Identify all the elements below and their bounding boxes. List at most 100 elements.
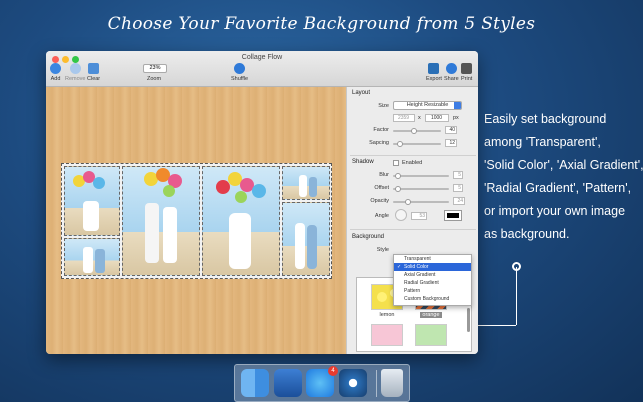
remove-button[interactable]: Remove [65,63,85,82]
beach-couple-photo [299,175,317,197]
couple-photo [83,247,105,273]
collage-canvas[interactable] [46,87,346,354]
share-button[interactable]: Share [444,63,459,82]
factor-label: Factor [373,127,389,133]
callout-line [516,267,517,325]
clear-label: Clear [87,76,101,82]
style-option-solid-color[interactable]: ✓ Solid Color [394,263,471,271]
trash-icon [88,63,100,74]
divider [350,229,476,230]
offset-label: Offset [374,185,389,191]
collage[interactable] [61,163,332,279]
remove-label: Remove [65,76,86,82]
checkmark-icon: ✓ [397,264,402,270]
spacing-label: Sapcing [369,140,389,146]
shadow-color-well[interactable] [444,210,462,221]
factor-slider[interactable] [393,128,441,134]
swatch-label: lemon [379,312,395,318]
settings-panel: Layout Size Height Resizable 2359 x 1000… [346,87,478,354]
blur-label: Blur [379,172,389,178]
headline: Choose Your Favorite Background from 5 S… [107,14,536,34]
swatch-label: orange [420,312,442,318]
callout-line-horizontal [478,325,516,326]
opacity-label: Opacity [370,198,389,204]
export-button[interactable]: Export [426,63,442,82]
angle-label: Angle [374,213,389,219]
background-style-dropdown[interactable]: Transparent ✓ Solid Color Axial Gradient … [393,254,472,306]
divider [350,155,476,156]
titlebar: Collage Flow Add Remove Clear 23% Zoom S… [46,51,478,87]
height-field[interactable]: 1000 [425,114,449,122]
balloon-couple-photo [144,168,182,263]
export-label: Export [426,76,442,82]
add-label: Add [50,76,61,82]
shadow-section-title: Shadow [352,159,374,165]
offset-slider[interactable] [393,186,449,192]
shuffle-button[interactable]: Shuffle [231,63,248,82]
style-option-custom-background[interactable]: Custom Background [394,295,471,303]
feature-description: Easily set background among 'Transparent… [484,112,643,241]
share-label: Share [444,76,459,82]
photo-cell[interactable] [202,166,280,276]
dimension-separator: x [418,115,421,121]
style-option-axial-gradient[interactable]: Axial Gradient [394,271,471,279]
clear-button[interactable]: Clear [87,63,100,82]
photo-cell[interactable] [282,202,330,276]
swatch-scrollbar[interactable] [467,308,470,332]
spacing-slider[interactable] [393,141,441,147]
style-option-radial-gradient[interactable]: Radial Gradient [394,279,471,287]
blur-field[interactable]: 5 [453,171,463,179]
swatch-pink-pattern[interactable] [371,324,403,346]
print-button[interactable]: Print [461,63,472,82]
angle-dial[interactable] [395,209,407,221]
finder-icon[interactable] [241,369,269,397]
angle-field[interactable]: 53 [411,212,427,220]
layout-section-title: Layout [352,90,371,96]
app-store-icon[interactable]: 4 [306,366,338,397]
size-select[interactable]: Height Resizable [393,101,462,110]
plus-icon [50,63,61,74]
shuffle-label: Shuffle [231,76,249,82]
window-title: Collage Flow [241,54,283,61]
notification-badge: 4 [328,366,338,376]
add-button[interactable]: Add [50,63,61,82]
export-icon [428,63,440,74]
photo-cell[interactable] [64,238,120,276]
factor-field[interactable]: 40 [445,126,457,134]
dock: 4 [234,364,410,402]
size-label: Size [378,103,389,109]
photo-cell[interactable] [64,166,120,236]
photo-cell[interactable] [122,166,200,276]
xcode-icon[interactable] [274,369,302,397]
balloon-bride-photo [216,172,266,269]
unit-label: px [453,115,459,121]
offset-field[interactable]: 5 [453,184,463,192]
collage-flow-icon[interactable] [339,369,367,397]
dock-separator [376,370,377,397]
shadow-enabled-label: Enabled [402,160,423,166]
share-icon [445,63,457,74]
blur-slider[interactable] [393,173,449,179]
opacity-field[interactable]: 24 [453,197,465,205]
opacity-slider[interactable] [393,199,449,205]
photo-cell[interactable] [282,166,330,200]
swatch-green-pattern[interactable] [415,324,447,346]
printer-icon [461,63,473,74]
print-label: Print [461,76,473,82]
width-field[interactable]: 2359 [393,114,415,122]
app-window: Collage Flow Add Remove Clear 23% Zoom S… [46,51,478,354]
style-option-transparent[interactable]: Transparent [394,255,471,263]
style-label: Style [376,247,389,253]
minus-icon [69,63,81,74]
spacing-field[interactable]: 12 [445,139,457,147]
style-option-pattern[interactable]: Pattern [394,287,471,295]
wedding-beach-photo [295,223,317,269]
zoom-select[interactable]: 23% [143,64,167,73]
option-label: Solid Color [404,264,429,270]
balloon-photo [73,171,105,231]
trash-icon[interactable] [381,369,403,397]
shadow-enabled-checkbox[interactable] [393,160,399,166]
zoom-label: Zoom [147,76,162,82]
background-section-title: Background [352,234,385,240]
shuffle-icon [234,63,246,74]
